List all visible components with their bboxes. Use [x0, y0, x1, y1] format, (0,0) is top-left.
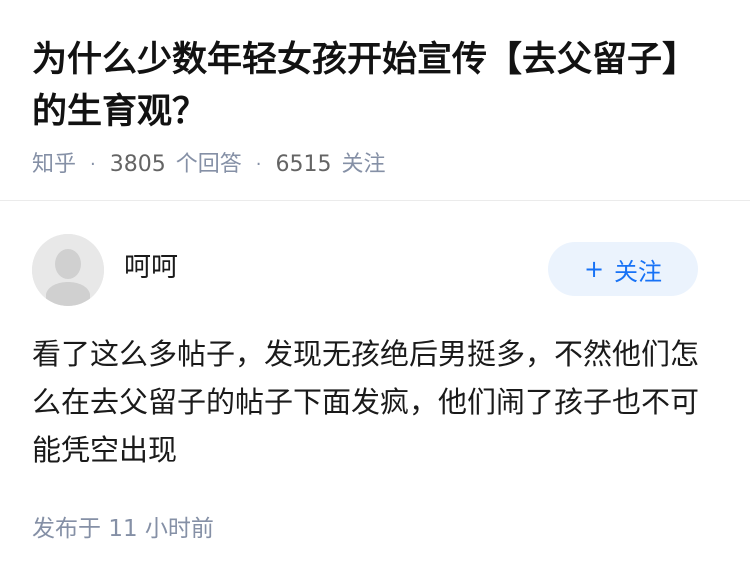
separator-dot: · — [90, 154, 96, 175]
source-label[interactable]: 知乎 — [32, 150, 76, 180]
question-header: 为什么少数年轻女孩开始宣传【去父留子】的生育观？ 知乎 · 3805 个回答 ·… — [32, 34, 722, 180]
answers-count: 3805 — [109, 152, 166, 177]
follow-button-label: 关注 — [614, 257, 663, 286]
answer-footer: 发布于 11 小时前 — [32, 514, 214, 544]
answer-content[interactable]: 看了这么多帖子，发现无孩绝后男挺多，不然他们怎么在去父留子的帖子下面发疯，他们闹… — [32, 330, 702, 474]
author-row: 呵呵 + 关注 — [32, 234, 698, 306]
answers-label: 个回答 — [175, 152, 242, 177]
separator-dot: · — [255, 154, 262, 175]
published-unit: 小时前 — [144, 516, 214, 542]
followers-label: 关注 — [341, 152, 386, 177]
section-divider — [0, 200, 750, 201]
followers-count: 6515 — [275, 152, 332, 177]
question-meta: 知乎 · 3805 个回答 · 6515 关注 — [32, 150, 722, 180]
author-name[interactable]: 呵呵 — [124, 250, 178, 286]
avatar[interactable] — [32, 234, 104, 306]
published-label: 发布于 — [32, 516, 101, 542]
follow-button[interactable]: + 关注 — [548, 242, 698, 296]
published-value: 11 — [108, 516, 138, 542]
plus-icon: + — [583, 255, 605, 283]
default-avatar-icon — [32, 234, 104, 306]
question-title[interactable]: 为什么少数年轻女孩开始宣传【去父留子】的生育观？ — [32, 34, 722, 138]
